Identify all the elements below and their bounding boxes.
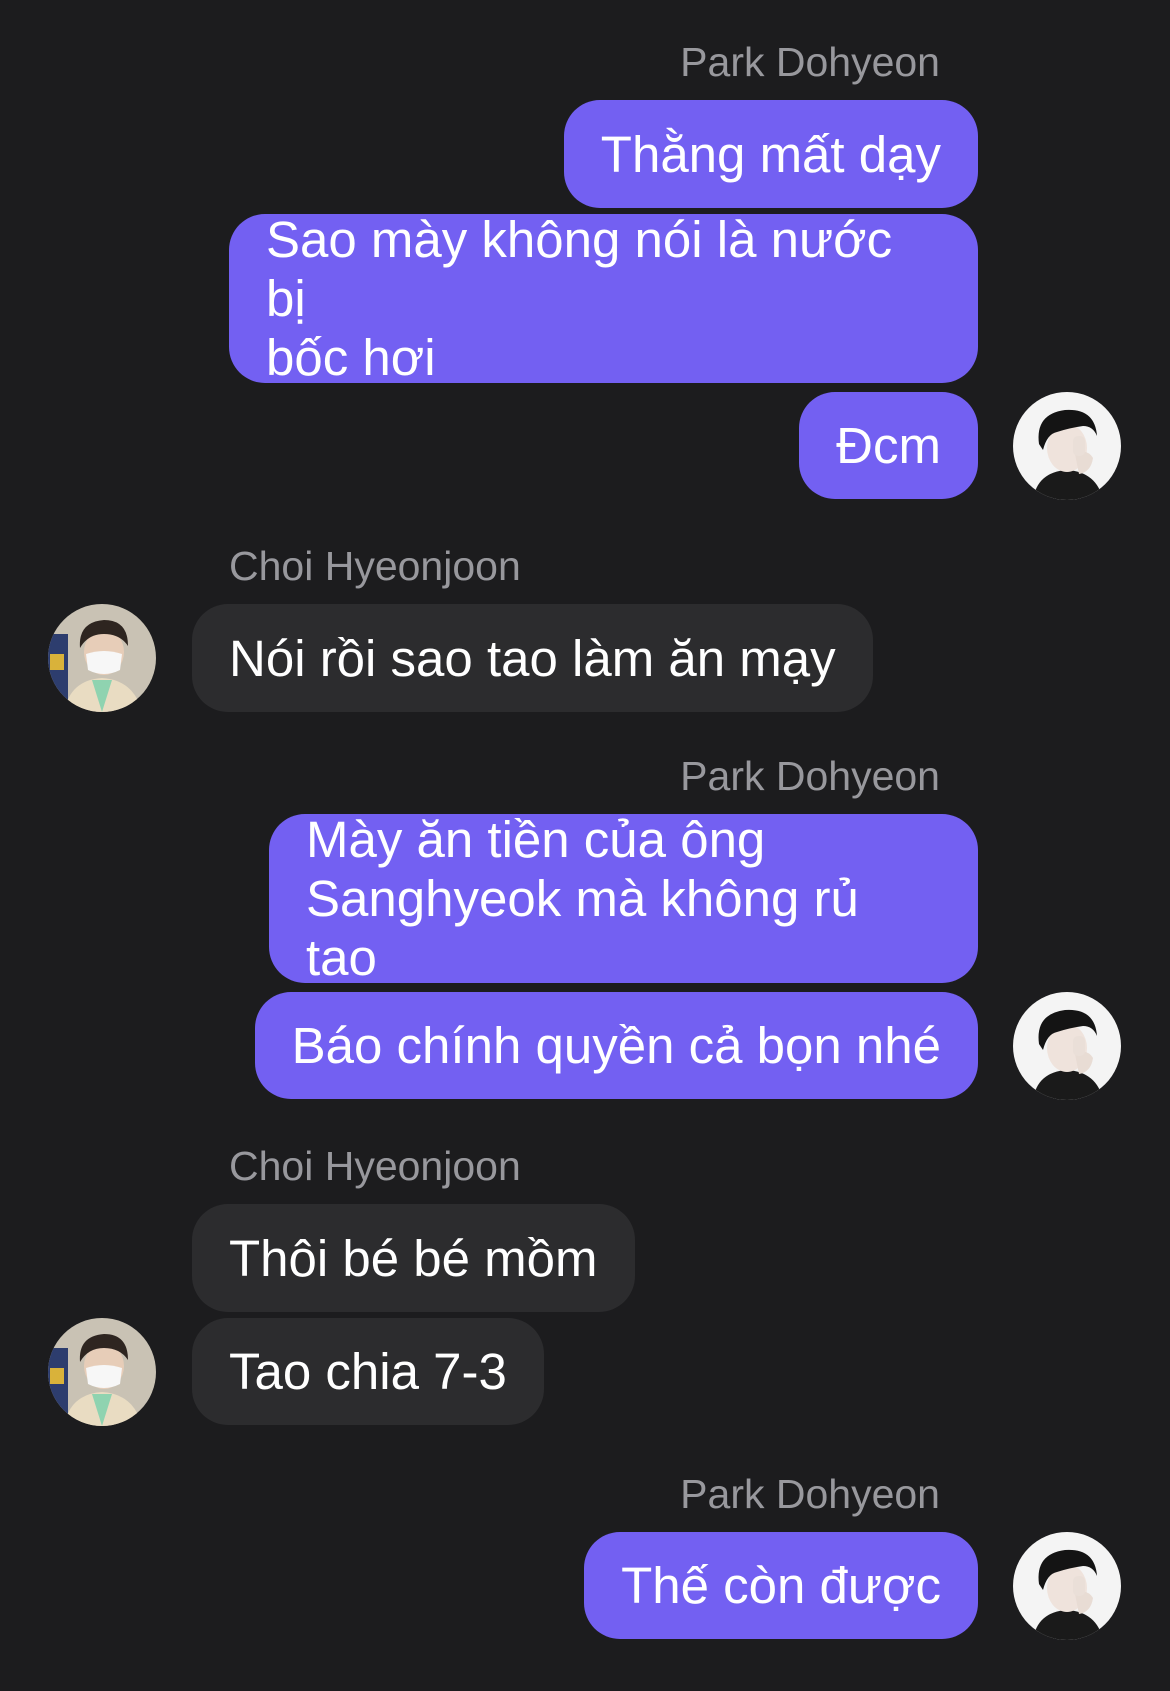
message-bubble-outgoing[interactable]: Báo chính quyền cả bọn nhé [254, 992, 978, 1099]
message-bubble-outgoing[interactable]: Thằng mất dạy [563, 100, 978, 208]
message-bubble-incoming[interactable]: Tao chia 7-3 [192, 1318, 544, 1425]
park-avatar-icon[interactable] [1013, 1532, 1121, 1640]
message-bubble-outgoing[interactable]: Đcm [799, 392, 978, 499]
message-bubble-outgoing[interactable]: Sao mày không nói là nước bị bốc hơi [229, 211, 978, 386]
message-bubble-outgoing[interactable]: Mày ăn tiền của ông Sanghyeok mà không r… [269, 811, 978, 986]
choi-avatar-icon[interactable] [48, 604, 156, 712]
park-avatar-icon[interactable] [1013, 992, 1121, 1100]
sender-name-park: Park Dohyeon [680, 753, 940, 799]
choi-avatar-icon[interactable] [48, 1318, 156, 1426]
park-avatar-icon[interactable] [1013, 392, 1121, 500]
message-bubble-outgoing[interactable]: Thế còn được [584, 1532, 978, 1639]
message-bubble-incoming[interactable]: Thôi bé bé mồm [192, 1204, 635, 1312]
sender-name-park: Park Dohyeon [680, 1471, 940, 1517]
message-bubble-incoming[interactable]: Nói rồi sao tao làm ăn mạy [192, 604, 873, 712]
sender-name-choi: Choi Hyeonjoon [229, 1143, 521, 1189]
sender-name-park: Park Dohyeon [680, 39, 940, 85]
sender-name-choi: Choi Hyeonjoon [229, 543, 521, 589]
